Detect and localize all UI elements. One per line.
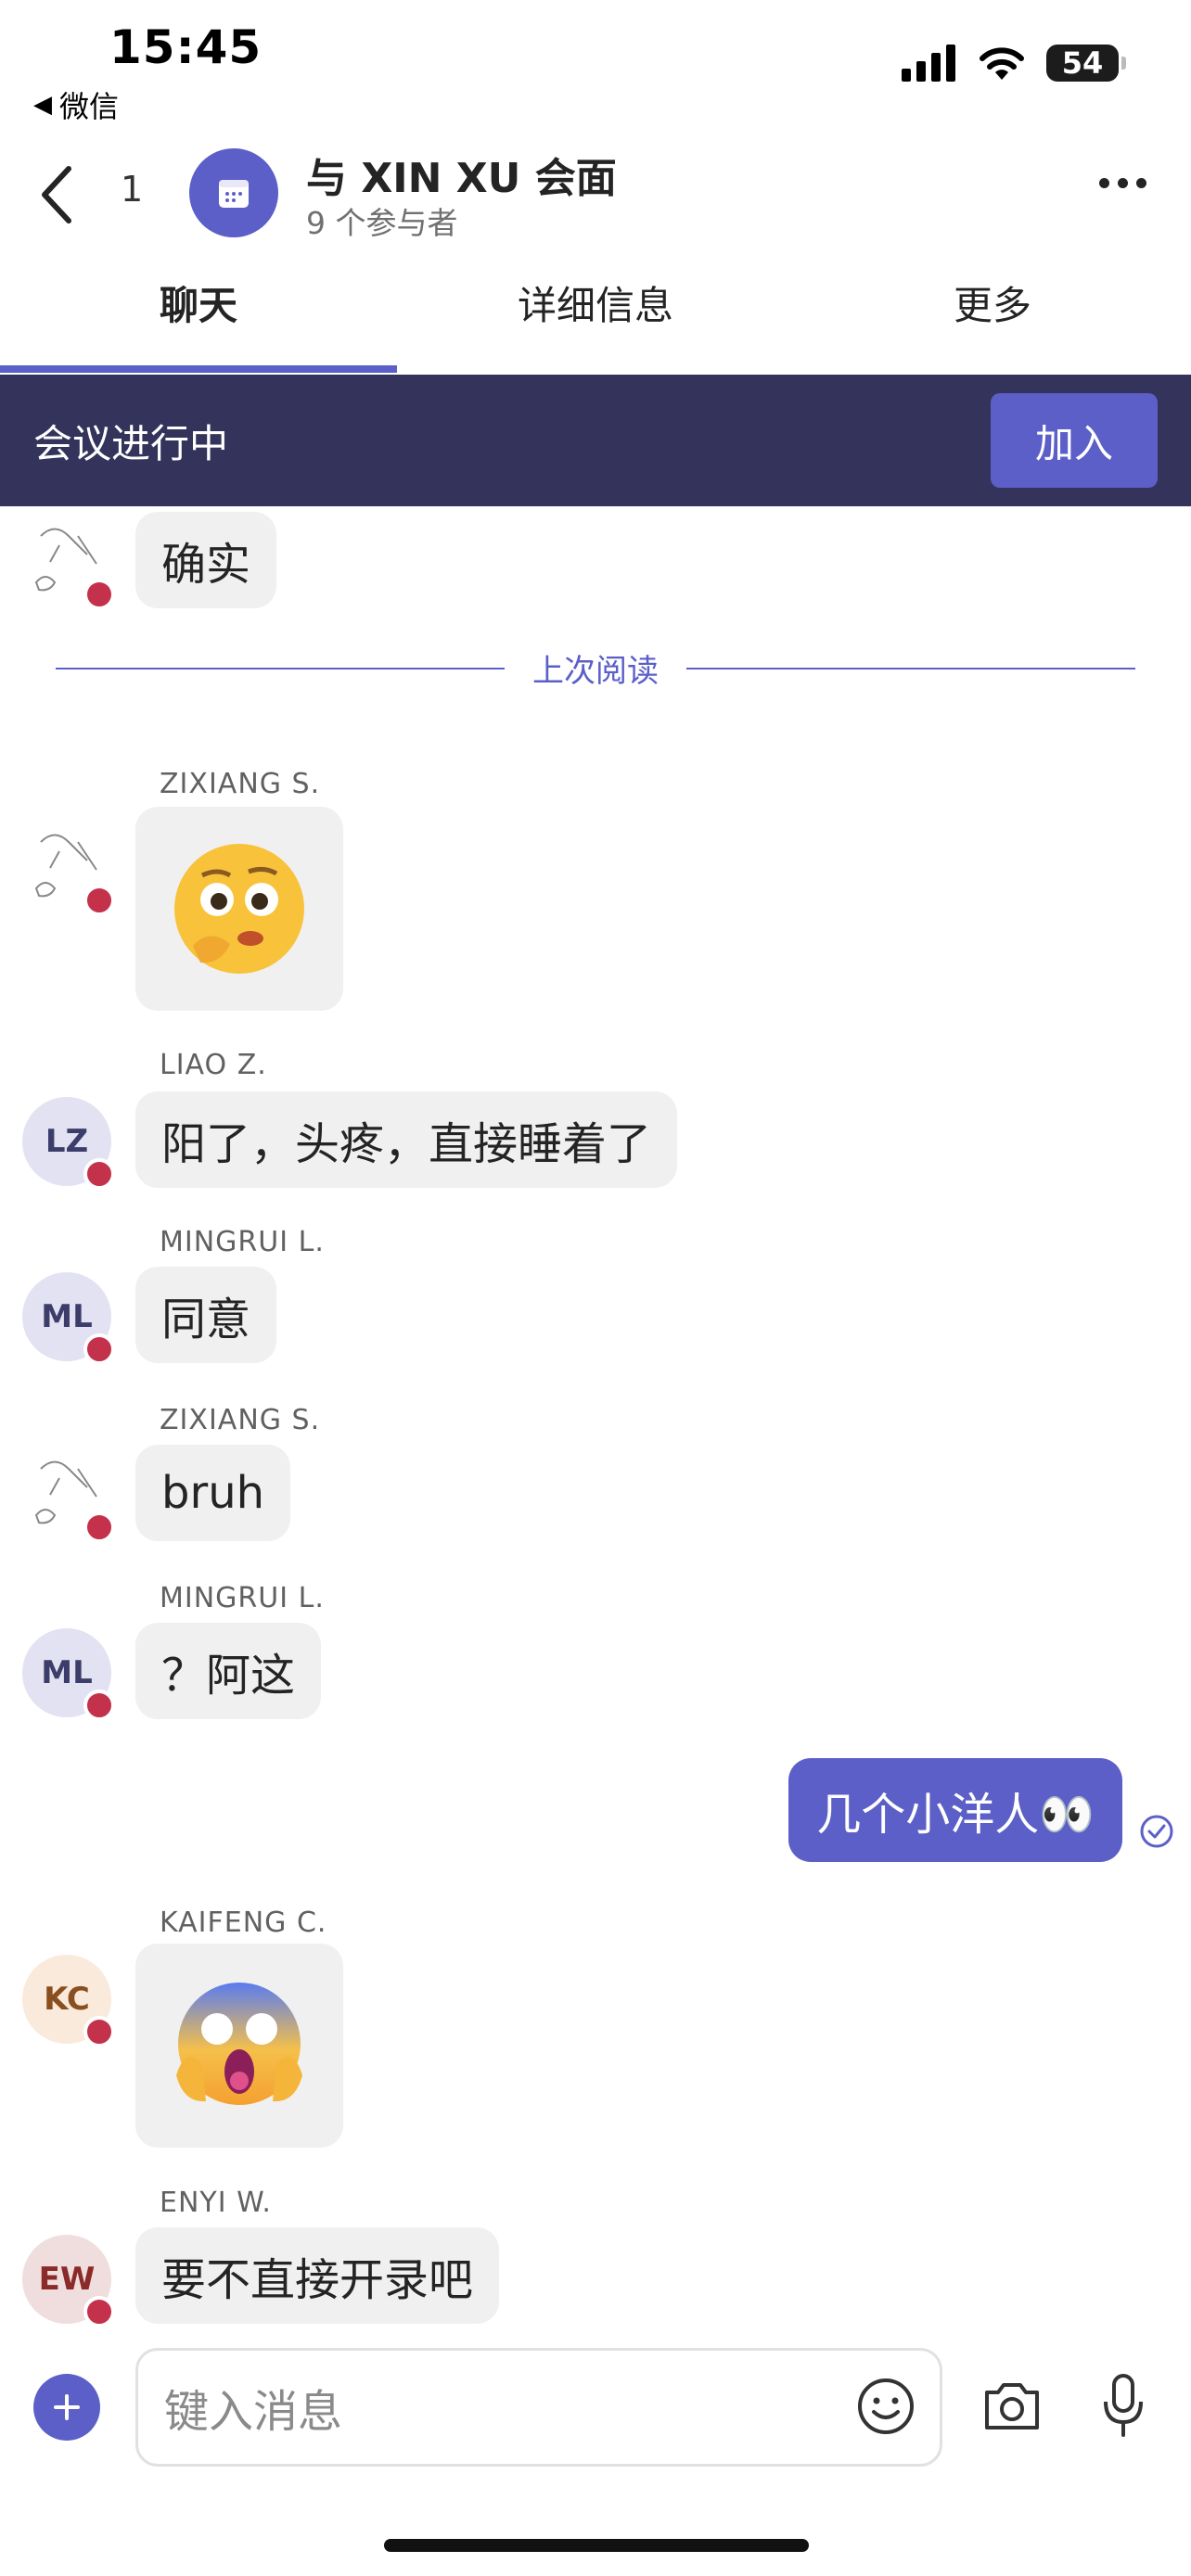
back-triangle-icon: ◀ bbox=[33, 91, 52, 119]
meeting-avatar[interactable] bbox=[189, 148, 278, 237]
back-app-label: 微信 bbox=[59, 89, 120, 124]
message-bubble[interactable]: 确实 bbox=[135, 512, 277, 608]
last-read-divider: 上次阅读 bbox=[56, 645, 1135, 691]
banner-text: 会议进行中 bbox=[33, 420, 229, 466]
message-input-placeholder: 键入消息 bbox=[164, 2386, 343, 2438]
sender-name: ZIXIANG S. bbox=[160, 768, 321, 800]
back-to-app-link[interactable]: ◀ 微信 bbox=[33, 83, 119, 126]
unread-count: 1 bbox=[121, 169, 144, 210]
emoji-message[interactable] bbox=[135, 1944, 343, 2148]
add-attachment-button[interactable] bbox=[33, 2374, 100, 2441]
avatar-ml[interactable]: ML bbox=[22, 1272, 115, 1365]
sender-name: KAIFENG C. bbox=[160, 1906, 327, 1939]
message-input[interactable]: 键入消息 bbox=[135, 2348, 942, 2467]
avatar-lz[interactable]: LZ bbox=[22, 1097, 115, 1190]
my-message-bubble[interactable]: 几个小洋人👀 bbox=[788, 1758, 1122, 1862]
tab-details[interactable]: 详细信息 bbox=[397, 252, 794, 373]
screaming-face-emoji-icon bbox=[176, 1983, 302, 2105]
message-bubble[interactable]: 阳了，头疼，直接睡着了 bbox=[135, 1091, 678, 1188]
emoji-icon[interactable] bbox=[854, 2375, 917, 2438]
sender-name: ZIXIANG S. bbox=[160, 1404, 321, 1436]
sender-name: MINGRUI L. bbox=[160, 1582, 325, 1614]
home-indicator bbox=[384, 2539, 809, 2552]
avatar-zixiang[interactable] bbox=[22, 517, 115, 610]
chat-header: 1 与 XIN XU 会面 9 个参与者 bbox=[0, 139, 1191, 250]
camera-icon[interactable] bbox=[981, 2378, 1043, 2433]
message-bubble[interactable]: ？阿这 bbox=[135, 1623, 322, 1719]
avatar-ml[interactable]: ML bbox=[22, 1628, 115, 1721]
more-options-icon[interactable] bbox=[1099, 178, 1146, 188]
emoji-message[interactable] bbox=[135, 807, 343, 1011]
battery-indicator: 54 bbox=[1046, 45, 1126, 82]
sender-name: ENYI W. bbox=[160, 2187, 272, 2219]
sender-name: MINGRUI L. bbox=[160, 1226, 325, 1258]
avatar-initials: EW bbox=[38, 2261, 96, 2298]
back-chevron-icon[interactable] bbox=[33, 158, 80, 232]
sender-name: LIAO Z. bbox=[160, 1049, 267, 1081]
message-bubble[interactable]: 要不直接开录吧 bbox=[135, 2227, 500, 2324]
status-bar: 15:45 ◀ 微信 54 bbox=[0, 0, 1191, 130]
avatar-initials: KC bbox=[44, 1981, 90, 2018]
read-receipt-icon bbox=[1140, 1815, 1173, 1848]
calendar-icon bbox=[219, 180, 249, 208]
last-read-label: 上次阅读 bbox=[532, 653, 659, 690]
avatar-zixiang[interactable] bbox=[22, 823, 115, 916]
participant-count[interactable]: 9 个参与者 bbox=[306, 198, 458, 243]
avatar-ew[interactable]: EW bbox=[22, 2235, 115, 2324]
message-bubble[interactable]: 同意 bbox=[135, 1267, 277, 1363]
avatar-initials: LZ bbox=[45, 1123, 89, 1160]
avatar-zixiang[interactable] bbox=[22, 1450, 115, 1543]
tab-chat[interactable]: 聊天 bbox=[0, 252, 397, 373]
chat-title[interactable]: 与 XIN XU 会面 bbox=[306, 145, 617, 204]
chat-messages[interactable]: 确实 上次阅读 ZIXIANG S. LIAO Z. LZ 阳了，头疼，直接睡着… bbox=[0, 506, 1191, 2324]
plus-icon bbox=[54, 2394, 80, 2420]
avatar-kc[interactable]: KC bbox=[22, 1955, 115, 2047]
avatar-initials: ML bbox=[41, 1298, 93, 1335]
thinking-face-emoji-icon bbox=[174, 844, 304, 974]
meeting-in-progress-banner: 会议进行中 加入 bbox=[0, 375, 1191, 506]
my-message-text: 几个小洋人👀 bbox=[816, 1789, 1095, 1841]
microphone-icon[interactable] bbox=[1100, 2372, 1146, 2439]
wifi-icon bbox=[980, 47, 1024, 80]
message-bubble[interactable]: bruh bbox=[135, 1445, 291, 1541]
join-button[interactable]: 加入 bbox=[991, 393, 1158, 488]
status-icons: 54 bbox=[902, 45, 1126, 82]
cellular-signal-icon bbox=[902, 45, 955, 82]
avatar-initials: ML bbox=[41, 1654, 93, 1691]
message-composer: 键入消息 bbox=[0, 2337, 1191, 2476]
status-time: 15:45 bbox=[109, 20, 263, 74]
teams-chat-screen: 15:45 ◀ 微信 54 1 与 XIN XU 会面 9 个参与者 聊天 详细… bbox=[0, 0, 1191, 2576]
tab-more[interactable]: 更多 bbox=[794, 252, 1191, 373]
tab-bar: 聊天 详细信息 更多 bbox=[0, 252, 1191, 373]
